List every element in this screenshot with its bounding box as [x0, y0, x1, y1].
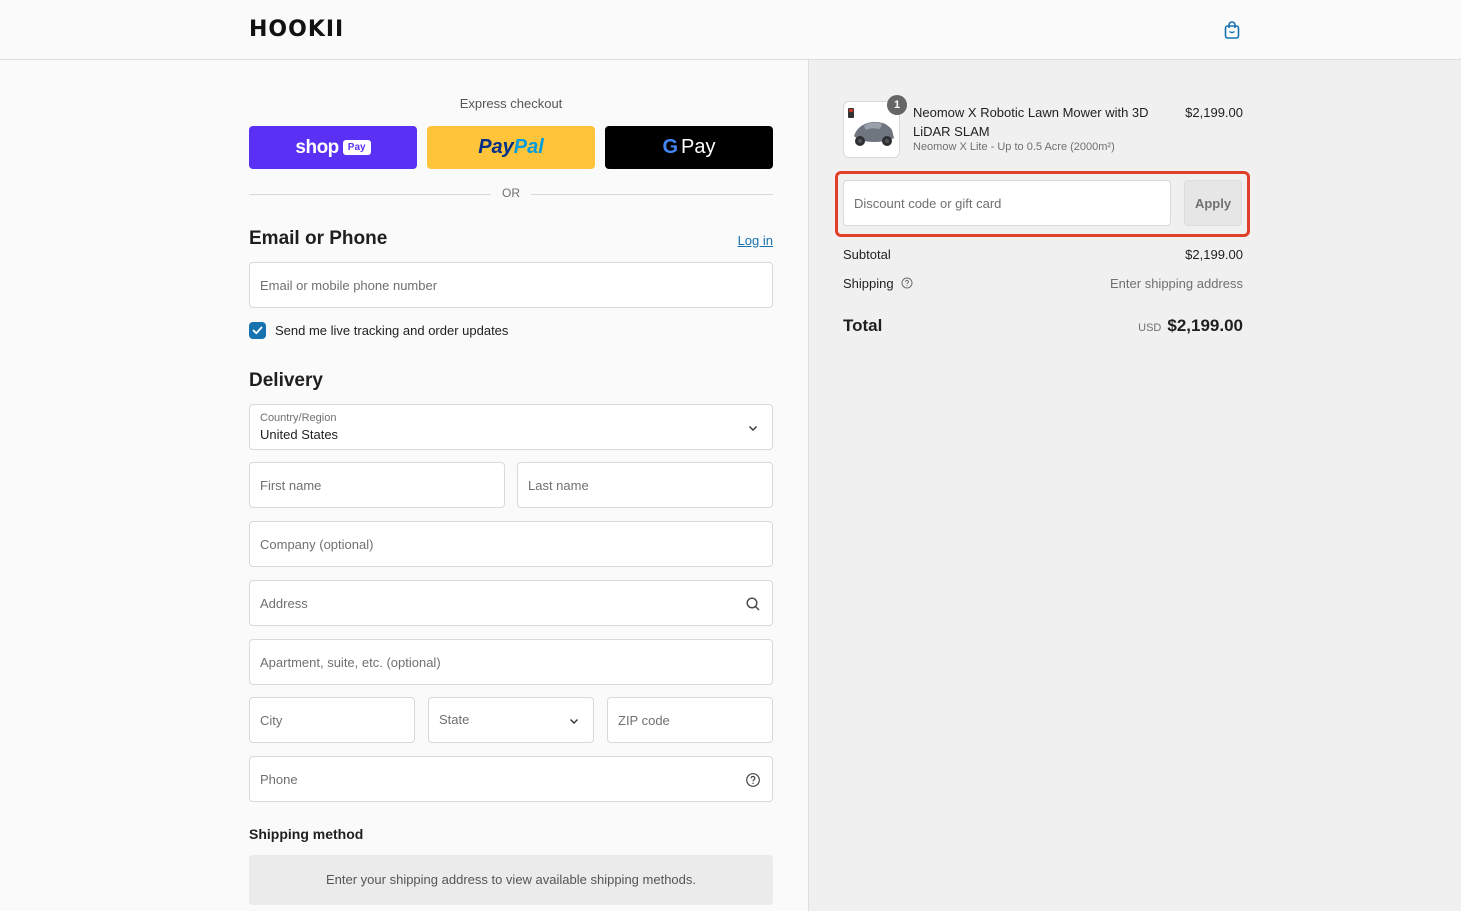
total-amount: $2,199.00 [1167, 316, 1243, 335]
updates-checkbox-label: Send me live tracking and order updates [275, 323, 509, 338]
help-circle-icon[interactable] [901, 277, 913, 289]
shipping-value: Enter shipping address [1110, 276, 1243, 291]
login-link[interactable]: Log in [738, 233, 773, 248]
country-label: Country/Region [260, 412, 337, 424]
zip-field[interactable]: ZIP code [607, 697, 773, 743]
address-placeholder: Address [260, 596, 308, 611]
shipping-row-label: Shipping [843, 276, 913, 291]
product-price: $2,199.00 [1185, 105, 1243, 120]
shipping-label: Shipping [843, 276, 894, 291]
total-currency: USD [1138, 322, 1162, 334]
state-placeholder: State [439, 712, 470, 727]
paypal-brand-part1: Pay [478, 136, 514, 158]
phone-field[interactable]: Phone [249, 756, 773, 802]
apply-discount-button[interactable]: Apply [1184, 180, 1242, 226]
updates-checkbox[interactable] [249, 322, 266, 339]
shop-pay-button[interactable]: shop Pay [249, 126, 417, 169]
google-pay-button[interactable]: G Pay [605, 126, 773, 169]
contact-section-title: Email or Phone [249, 228, 388, 249]
last-name-field[interactable]: Last name [517, 462, 773, 508]
first-name-field[interactable]: First name [249, 462, 505, 508]
subtotal-value: $2,199.00 [1185, 247, 1243, 262]
or-text: OR [502, 186, 520, 200]
email-field[interactable]: Email or mobile phone number [249, 262, 773, 308]
city-placeholder: City [260, 713, 283, 728]
city-field[interactable]: City [249, 697, 415, 743]
last-name-placeholder: Last name [528, 478, 589, 493]
subtotal-label: Subtotal [843, 247, 891, 262]
site-header: HOOKII [0, 0, 1461, 60]
chevron-down-icon [570, 719, 578, 724]
paypal-brand-part2: Pal [513, 136, 544, 158]
shopping-bag-icon[interactable] [1222, 20, 1242, 40]
quantity-badge: 1 [887, 95, 907, 115]
company-field[interactable]: Company (optional) [249, 521, 773, 567]
company-placeholder: Company (optional) [260, 537, 374, 552]
express-checkout-title: Express checkout [459, 96, 563, 111]
product-variant: Neomow X Lite - Up to 0.5 Acre (2000m²) [913, 141, 1115, 153]
google-pay-label: Pay [681, 136, 716, 158]
total-label: Total [843, 316, 883, 335]
discount-code-input[interactable]: Discount code or gift card [843, 180, 1171, 226]
apartment-placeholder: Apartment, suite, etc. (optional) [260, 655, 441, 670]
brand-logo[interactable]: HOOKII [249, 19, 344, 41]
product-name: Neomow X Robotic Lawn Mower with 3D LiDA… [913, 105, 1149, 139]
or-divider: OR [249, 186, 773, 202]
shipping-method-notice: Enter your shipping address to view avai… [249, 855, 773, 905]
shop-pay-brand: shop [295, 136, 339, 158]
shop-pay-pill: Pay [342, 140, 371, 155]
zip-placeholder: ZIP code [618, 713, 670, 728]
address-field[interactable]: Address [249, 580, 773, 626]
checkmark-icon [252, 326, 263, 335]
help-circle-icon[interactable] [745, 772, 761, 788]
search-icon [746, 597, 760, 611]
total-row: USD $2,199.00 [1138, 316, 1243, 336]
discount-placeholder: Discount code or gift card [854, 196, 1002, 211]
apartment-field[interactable]: Apartment, suite, etc. (optional) [249, 639, 773, 685]
country-value: United States [260, 427, 339, 442]
chevron-down-icon [749, 426, 757, 431]
state-select[interactable]: State [428, 697, 594, 743]
country-select[interactable]: Country/Region United States [249, 404, 773, 450]
first-name-placeholder: First name [260, 478, 322, 493]
delivery-section-title: Delivery [249, 370, 323, 391]
email-placeholder: Email or mobile phone number [260, 278, 438, 293]
google-g-icon: G [662, 136, 679, 158]
paypal-button[interactable]: PayPal [427, 126, 595, 169]
phone-placeholder: Phone [260, 772, 298, 787]
shipping-method-title: Shipping method [249, 826, 364, 842]
